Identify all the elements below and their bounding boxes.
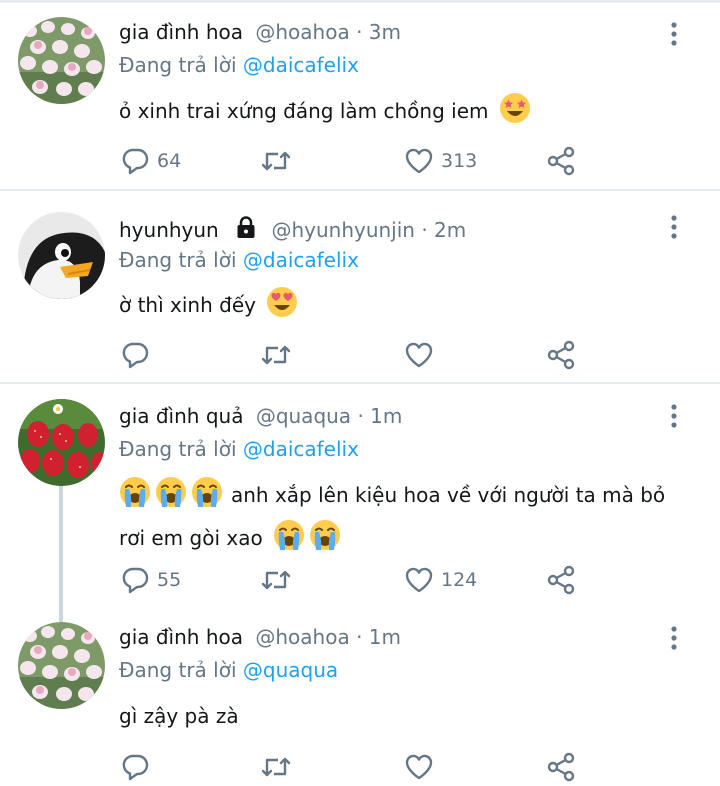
tweet-text: ỏ xinh trai xứng đáng làm chồng iem bbox=[119, 92, 689, 135]
loudly-crying-emoji bbox=[273, 519, 305, 562]
replying-to-label: Đang trả lời bbox=[119, 437, 243, 461]
avatar[interactable] bbox=[18, 17, 105, 104]
tweet-actions bbox=[119, 750, 589, 784]
timestamp: · 3m bbox=[356, 20, 401, 44]
reply-icon bbox=[119, 751, 151, 783]
replying-to: Đang trả lời @daicafelix bbox=[119, 247, 359, 273]
display-name[interactable]: hyunhyun bbox=[119, 218, 219, 242]
star-struck-emoji bbox=[499, 92, 531, 135]
reply-count: 64 bbox=[157, 150, 182, 172]
loudly-crying-emoji bbox=[155, 476, 187, 519]
display-name[interactable]: gia đình hoa bbox=[119, 625, 243, 649]
tweet-text-line: rơi em gòi xao bbox=[119, 526, 263, 550]
share-button[interactable] bbox=[545, 750, 577, 784]
retweet-icon bbox=[260, 145, 292, 177]
more-options-icon[interactable] bbox=[665, 21, 683, 47]
like-button[interactable]: 313 bbox=[403, 144, 477, 178]
loudly-crying-emoji bbox=[309, 519, 341, 562]
avatar[interactable] bbox=[18, 399, 105, 486]
like-icon bbox=[403, 145, 435, 177]
reply-icon bbox=[119, 145, 151, 177]
tweet-item[interactable]: hyunhyun @hyunhyunjin · 2m Đang trả lời … bbox=[0, 191, 720, 382]
retweet-icon bbox=[260, 564, 292, 596]
retweet-icon bbox=[260, 339, 292, 371]
user-handle[interactable]: @quaqua bbox=[256, 404, 351, 428]
like-button[interactable] bbox=[403, 338, 435, 372]
tweet-actions: 64 313 bbox=[119, 144, 589, 178]
tweet-actions: 55 124 bbox=[119, 563, 589, 597]
timestamp: · 1m bbox=[357, 404, 403, 428]
tweet-item[interactable]: gia đình quả @quaqua · 1m Đang trả lời @… bbox=[0, 384, 720, 612]
share-icon bbox=[545, 564, 577, 596]
more-options-icon[interactable] bbox=[665, 625, 683, 651]
retweet-icon bbox=[260, 751, 292, 783]
reply-icon bbox=[119, 564, 151, 596]
tweet-text-content: gì zậy pà zà bbox=[119, 704, 239, 728]
tweet-text: gì zậy pà zà bbox=[119, 698, 689, 734]
lock-icon bbox=[233, 214, 259, 246]
retweet-button[interactable] bbox=[260, 338, 292, 372]
reply-count: 55 bbox=[157, 569, 182, 591]
share-icon bbox=[545, 751, 577, 783]
replying-to: Đang trả lời @daicafelix bbox=[119, 52, 359, 78]
display-name[interactable]: gia đình quả bbox=[119, 404, 243, 428]
tweet-text-content: ờ thì xinh đếy bbox=[119, 293, 256, 317]
tweet-text-line: anh xắp lên kiệu hoa về với người ta mà … bbox=[231, 483, 666, 507]
replying-to: Đang trả lời @quaqua bbox=[119, 657, 338, 683]
retweet-button[interactable] bbox=[260, 144, 292, 178]
share-icon bbox=[545, 145, 577, 177]
like-icon bbox=[403, 564, 435, 596]
retweet-button[interactable] bbox=[260, 750, 292, 784]
reply-button[interactable]: 55 bbox=[119, 563, 181, 597]
avatar[interactable] bbox=[18, 622, 105, 709]
reply-icon bbox=[119, 339, 151, 371]
user-handle[interactable]: @hoahoa bbox=[255, 625, 349, 649]
tweet-text-content: ỏ xinh trai xứng đáng làm chồng iem bbox=[119, 99, 489, 123]
replying-to-label: Đang trả lời bbox=[119, 658, 243, 682]
replying-to: Đang trả lời @daicafelix bbox=[119, 436, 359, 462]
share-button[interactable] bbox=[545, 338, 577, 372]
reply-button[interactable] bbox=[119, 750, 151, 784]
timestamp: · 2m bbox=[421, 218, 467, 242]
tweet-text: ờ thì xinh đếy bbox=[119, 286, 689, 329]
like-count: 313 bbox=[441, 150, 478, 172]
reply-button[interactable] bbox=[119, 338, 151, 372]
like-count: 124 bbox=[441, 569, 478, 591]
share-icon bbox=[545, 339, 577, 371]
more-options-icon[interactable] bbox=[665, 214, 683, 240]
mention-link[interactable]: @quaqua bbox=[243, 658, 338, 682]
mention-link[interactable]: @daicafelix bbox=[243, 437, 359, 461]
replying-to-label: Đang trả lời bbox=[119, 53, 243, 77]
more-options-icon[interactable] bbox=[665, 403, 683, 429]
like-icon bbox=[403, 339, 435, 371]
like-button[interactable] bbox=[403, 750, 435, 784]
tweet-header: gia đình quả @quaqua · 1m bbox=[119, 403, 402, 429]
avatar[interactable] bbox=[18, 212, 105, 299]
tweet-header: gia đình hoa @hoahoa · 3m bbox=[119, 19, 401, 45]
timestamp: · 1m bbox=[356, 625, 401, 649]
replying-to-label: Đang trả lời bbox=[119, 248, 243, 272]
reply-button[interactable]: 64 bbox=[119, 144, 181, 178]
loudly-crying-emoji bbox=[191, 476, 223, 519]
mention-link[interactable]: @daicafelix bbox=[243, 248, 359, 272]
like-icon bbox=[403, 751, 435, 783]
retweet-button[interactable] bbox=[260, 563, 292, 597]
share-button[interactable] bbox=[545, 144, 577, 178]
share-button[interactable] bbox=[545, 563, 577, 597]
tweet-item[interactable]: gia đình hoa @hoahoa · 3m Đang trả lời @… bbox=[0, 0, 720, 190]
tweet-text: anh xắp lên kiệu hoa về với người ta mà … bbox=[119, 476, 689, 562]
loudly-crying-emoji bbox=[119, 476, 151, 519]
like-button[interactable]: 124 bbox=[403, 563, 477, 597]
display-name[interactable]: gia đình hoa bbox=[119, 20, 243, 44]
tweet-item[interactable]: gia đình hoa @hoahoa · 1m Đang trả lời @… bbox=[0, 612, 720, 786]
user-handle[interactable]: @hoahoa bbox=[255, 20, 349, 44]
mention-link[interactable]: @daicafelix bbox=[243, 53, 359, 77]
user-handle[interactable]: @hyunhyunjin bbox=[271, 218, 415, 242]
tweet-actions bbox=[119, 338, 589, 372]
heart-eyes-emoji bbox=[266, 286, 298, 329]
tweet-header: gia đình hoa @hoahoa · 1m bbox=[119, 624, 401, 650]
tweet-header: hyunhyun @hyunhyunjin · 2m bbox=[119, 214, 466, 246]
